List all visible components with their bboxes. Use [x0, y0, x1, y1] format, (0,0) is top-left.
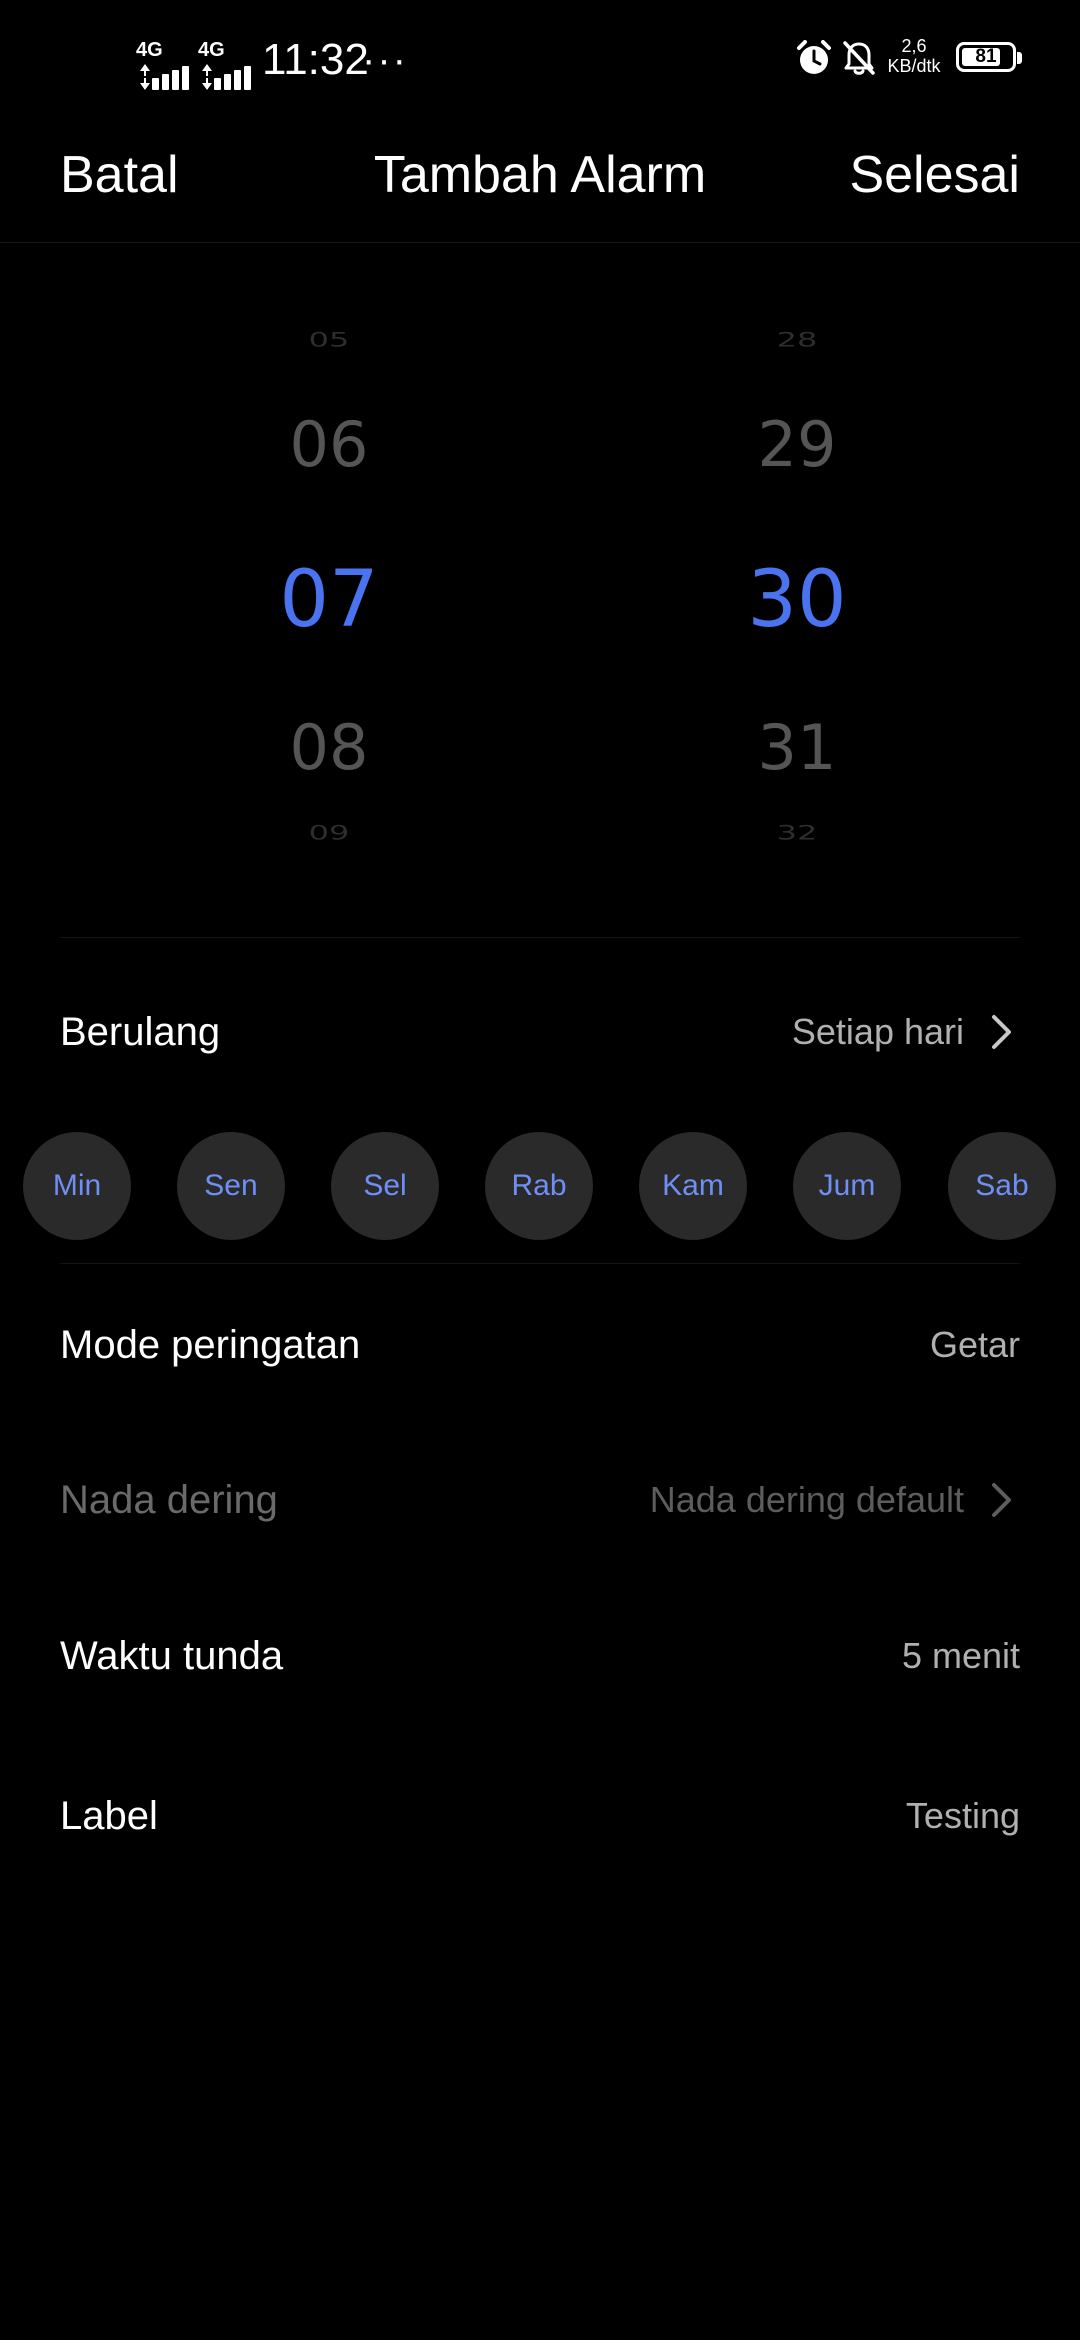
minute-option: 28 — [776, 328, 818, 352]
snooze-value: 5 menit — [901, 1635, 1020, 1676]
network-type-sim1: 4G — [136, 39, 163, 61]
day-toggle[interactable]: Rab — [485, 1132, 593, 1240]
alert-mode-row[interactable]: Mode peringatan Getar — [60, 1295, 1020, 1395]
done-button[interactable]: Selesai — [849, 140, 1020, 210]
header: Batal Tambah Alarm Selesai — [0, 120, 1080, 243]
silent-bell-icon — [843, 41, 875, 75]
ringtone-row[interactable]: Nada dering Nada dering default — [60, 1450, 1020, 1550]
minute-option: 32 — [776, 821, 818, 845]
day-toggle[interactable]: Sen — [177, 1132, 285, 1240]
alarm-icon — [797, 40, 831, 74]
ringtone-label: Nada dering — [60, 1478, 278, 1522]
alarm-label-value: Testing — [905, 1795, 1020, 1836]
selected-hour: 07 — [279, 555, 379, 645]
weekday-selector: Min Sen Sel Rab Kam Jum Sab — [0, 1132, 1080, 1242]
alarm-label-label: Label — [60, 1794, 158, 1838]
hour-wheel[interactable]: 05 06 07 08 09 — [209, 280, 449, 900]
alert-mode-value: Getar — [929, 1324, 1020, 1365]
battery-level: 81 — [975, 46, 997, 67]
repeat-row[interactable]: Berulang Setiap hari — [60, 982, 1020, 1082]
day-toggle[interactable]: Min — [23, 1132, 131, 1240]
network-speed: 2,6 KB/dtk — [887, 36, 941, 76]
hour-option: 08 — [289, 711, 369, 784]
status-time: 11:32 — [262, 35, 369, 84]
alarm-label-row[interactable]: Label Testing — [60, 1766, 1020, 1866]
repeat-value: Setiap hari — [791, 1011, 964, 1052]
selected-minute: 30 — [747, 555, 847, 645]
snooze-row[interactable]: Waktu tunda 5 menit — [60, 1606, 1020, 1706]
data-activity-icon — [202, 64, 212, 90]
hour-option: 06 — [289, 408, 369, 481]
more-notifications-icon: ··· — [362, 38, 408, 82]
day-toggle[interactable]: Jum — [793, 1132, 901, 1240]
day-toggle[interactable]: Kam — [639, 1132, 747, 1240]
divider — [60, 1263, 1020, 1264]
snooze-label: Waktu tunda — [60, 1634, 284, 1678]
minute-option: 29 — [757, 408, 837, 481]
alert-mode-label: Mode peringatan — [60, 1323, 361, 1367]
time-picker: 05 06 07 08 09 28 29 30 31 32 — [0, 280, 1080, 900]
network-type-sim2: 4G — [198, 39, 225, 61]
ringtone-value: Nada dering default — [649, 1479, 964, 1520]
hour-option: 05 — [308, 328, 350, 352]
data-activity-icon — [140, 64, 150, 90]
hour-option: 09 — [308, 821, 350, 845]
minute-option: 31 — [757, 711, 837, 784]
minute-wheel[interactable]: 28 29 30 31 32 — [677, 280, 917, 900]
repeat-label: Berulang — [60, 1010, 221, 1054]
day-toggle[interactable]: Sab — [948, 1132, 1056, 1240]
chevron-right-icon — [992, 1483, 1011, 1517]
chevron-right-icon — [992, 1015, 1011, 1049]
status-bar: 4G 4G 11:32 ··· 2,6 KB/dtk 81 — [0, 0, 1080, 120]
divider — [60, 937, 1020, 938]
battery-icon: 81 — [956, 42, 1016, 72]
day-toggle[interactable]: Sel — [331, 1132, 439, 1240]
